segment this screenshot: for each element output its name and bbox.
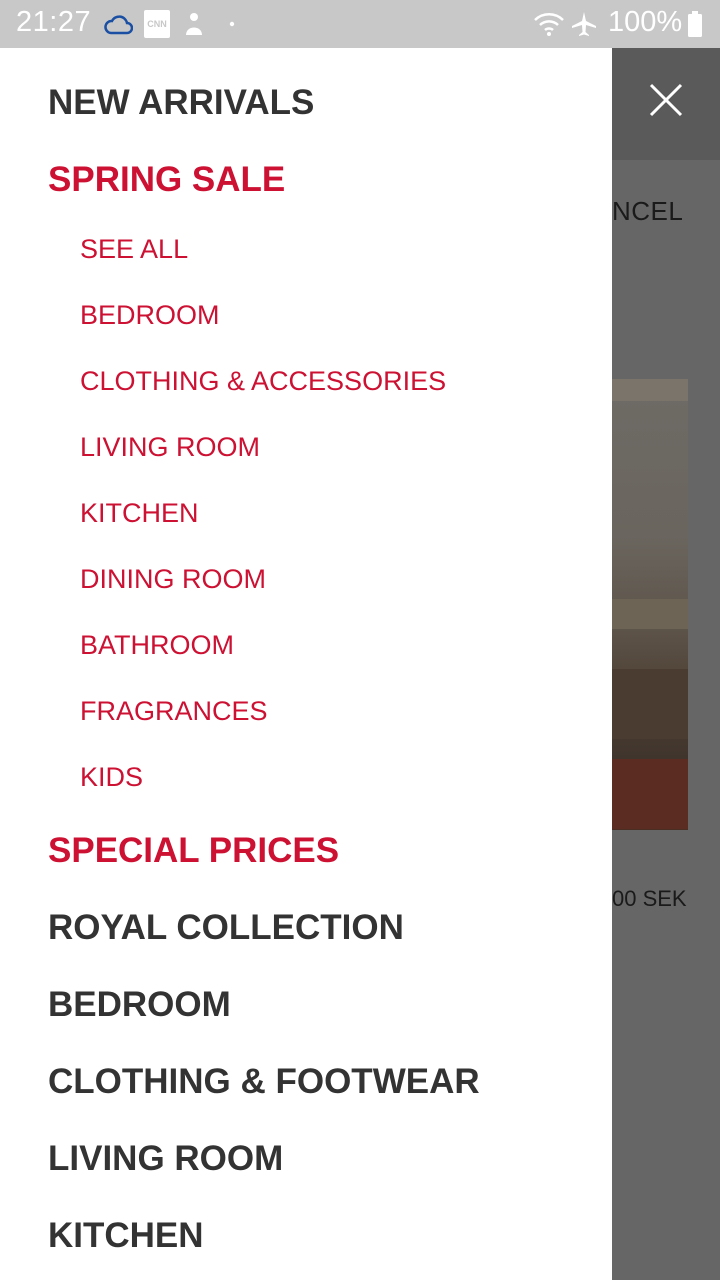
- menu-item-living-room[interactable]: LIVING ROOM: [48, 1139, 283, 1179]
- submenu-item-bathroom[interactable]: BATHROOM: [80, 630, 234, 661]
- submenu-item-see-all[interactable]: SEE ALL: [80, 234, 188, 265]
- menu-item-new-arrivals[interactable]: NEW ARRIVALS: [48, 83, 314, 123]
- background-product-image: [612, 379, 688, 830]
- menu-item-royal-collection[interactable]: ROYAL COLLECTION: [48, 908, 404, 948]
- wifi-icon: [532, 10, 566, 38]
- status-time: 21:27: [16, 6, 92, 38]
- cloud-icon: [102, 10, 134, 38]
- dot-icon: [228, 10, 236, 38]
- menu-item-bedroom[interactable]: BEDROOM: [48, 985, 231, 1025]
- menu-item-kitchen[interactable]: KITCHEN: [48, 1216, 204, 1256]
- menu-item-special-prices[interactable]: SPECIAL PRICES: [48, 831, 339, 871]
- submenu-item-clothing-accessories[interactable]: CLOTHING & ACCESSORIES: [80, 366, 446, 397]
- cnn-icon: CNN: [144, 10, 170, 38]
- submenu-item-dining-room[interactable]: DINING ROOM: [80, 564, 266, 595]
- status-bar: 21:27 CNN 100%: [0, 0, 720, 48]
- background-cancel-text: NCEL: [612, 196, 684, 226]
- submenu-item-kids[interactable]: KIDS: [80, 762, 143, 793]
- airplane-icon: [568, 10, 600, 38]
- background-header: [612, 48, 720, 160]
- menu-item-clothing-footwear[interactable]: CLOTHING & FOOTWEAR: [48, 1062, 480, 1102]
- battery-icon: [686, 10, 704, 38]
- close-icon: [649, 83, 683, 117]
- submenu-item-living-room[interactable]: LIVING ROOM: [80, 432, 260, 463]
- submenu-item-fragrances[interactable]: FRAGRANCES: [80, 696, 268, 727]
- close-drawer-button[interactable]: [646, 80, 686, 120]
- background-price-text: 00 SEK: [612, 886, 687, 911]
- submenu-item-bedroom[interactable]: BEDROOM: [80, 300, 220, 331]
- app-icon: [181, 10, 207, 38]
- background-page: NCEL 00 SEK: [612, 48, 720, 1280]
- navigation-drawer: NEW ARRIVALS SPRING SALE SEE ALL BEDROOM…: [0, 48, 612, 1280]
- menu-item-spring-sale[interactable]: SPRING SALE: [48, 160, 285, 200]
- battery-percent: 100%: [608, 6, 683, 38]
- submenu-item-kitchen[interactable]: KITCHEN: [80, 498, 199, 529]
